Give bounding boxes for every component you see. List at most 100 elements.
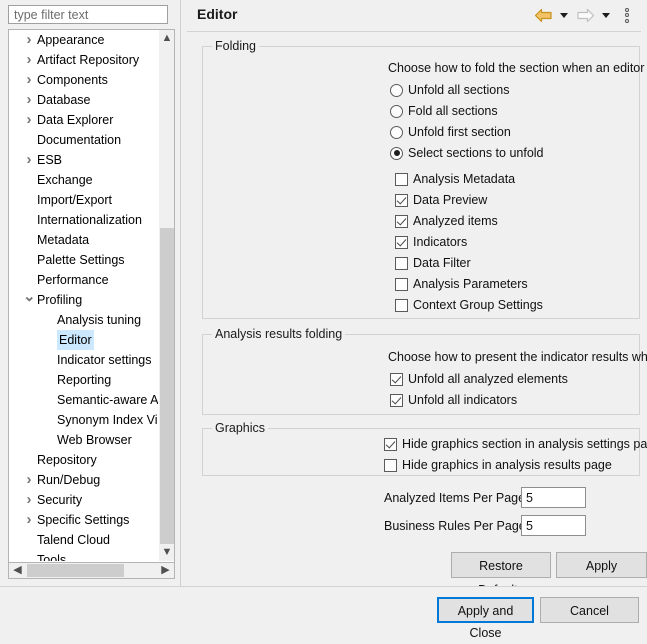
- tree-item-semantic-aware-a[interactable]: Semantic-aware A: [9, 390, 158, 410]
- chevron-right-icon[interactable]: [23, 30, 35, 52]
- chevron-right-icon[interactable]: [23, 490, 35, 512]
- tree-horizontal-scrollbar[interactable]: ◀ ▶: [8, 562, 175, 579]
- tree-item-synonym-index-vi[interactable]: Synonym Index Vi: [9, 410, 158, 430]
- tree-item-label: Semantic-aware A: [57, 393, 158, 407]
- tree-vertical-scroll-thumb[interactable]: [160, 228, 174, 544]
- tree-item-run-debug[interactable]: Run/Debug: [9, 470, 158, 490]
- tree-item-exchange[interactable]: Exchange: [9, 170, 158, 190]
- back-history-chevron-down-icon[interactable]: [557, 4, 571, 26]
- tree-item-analysis-tuning[interactable]: Analysis tuning: [9, 310, 158, 330]
- tree-item-esb[interactable]: ESB: [9, 150, 158, 170]
- restore-defaults-button[interactable]: Restore Defaults: [451, 552, 551, 597]
- tree-item-label: Run/Debug: [37, 473, 101, 487]
- checkbox-unfold-all-analyzed-elements[interactable]: Unfold all analyzed elements: [390, 372, 568, 386]
- radio-unfold-all-sections[interactable]: Unfold all sections: [390, 83, 509, 97]
- filter-input[interactable]: [8, 5, 168, 24]
- checkbox-unfold-all-indicators[interactable]: Unfold all indicators: [390, 393, 517, 407]
- analyzed-items-per-page-input[interactable]: [521, 487, 586, 508]
- tree-item-import-export[interactable]: Import/Export: [9, 190, 158, 210]
- graphics-group-title: Graphics: [212, 421, 269, 435]
- tree-item-label: Artifact Repository: [37, 53, 140, 67]
- chevron-right-icon[interactable]: [23, 470, 35, 492]
- checkbox-label: Data Preview: [413, 193, 488, 207]
- analysis-results-folding-group-title: Analysis results folding: [212, 327, 346, 341]
- forward-history-chevron-down-icon[interactable]: [599, 4, 613, 26]
- scroll-right-icon[interactable]: ▶: [157, 563, 174, 578]
- checkbox-indicator: [395, 235, 408, 249]
- business-rules-per-page-input[interactable]: [521, 515, 586, 536]
- tree-item-label: Data Explorer: [37, 113, 114, 127]
- tree-item-database[interactable]: Database: [9, 90, 158, 110]
- view-menu-icon[interactable]: [616, 4, 638, 26]
- checkbox-analysis-parameters[interactable]: Analysis Parameters: [395, 277, 528, 291]
- checkbox-indicator: [395, 214, 408, 228]
- checkbox-indicator: [395, 298, 408, 312]
- tree-item-web-browser[interactable]: Web Browser: [9, 430, 158, 450]
- checkbox-hide-graphics-results-page[interactable]: Hide graphics in analysis results page: [384, 458, 612, 472]
- analyzed-items-per-page-label: Analyzed Items Per Page: [384, 491, 526, 505]
- chevron-right-icon[interactable]: [23, 50, 35, 72]
- forward-arrow-icon[interactable]: [574, 4, 596, 26]
- tree-item-label: ESB: [37, 153, 63, 167]
- back-arrow-icon[interactable]: [532, 4, 554, 26]
- chevron-down-icon[interactable]: [23, 290, 35, 312]
- tree-horizontal-scroll-thumb[interactable]: [27, 564, 124, 577]
- chevron-right-icon[interactable]: [23, 510, 35, 532]
- radio-indicator: [390, 125, 403, 139]
- scroll-up-icon[interactable]: ▲: [159, 30, 174, 47]
- apply-button[interactable]: Apply: [556, 552, 647, 578]
- radio-label: Unfold first section: [408, 125, 511, 139]
- checkbox-data-preview[interactable]: Data Preview: [395, 193, 487, 207]
- tree-item-repository[interactable]: Repository: [9, 450, 158, 470]
- tree-item-security[interactable]: Security: [9, 490, 158, 510]
- checkbox-hide-graphics-section-settings[interactable]: Hide graphics section in analysis settin…: [384, 437, 647, 451]
- checkbox-indicator: [395, 193, 408, 207]
- tree-item-label: Security: [37, 493, 83, 507]
- chevron-right-icon[interactable]: [23, 90, 35, 112]
- tree-item-editor[interactable]: Editor: [9, 330, 158, 350]
- radio-fold-all-sections[interactable]: Fold all sections: [390, 104, 498, 118]
- tree-item-appearance[interactable]: Appearance: [9, 30, 158, 50]
- tree-vertical-scrollbar[interactable]: ▲ ▼: [158, 30, 174, 561]
- checkbox-label: Hide graphics section in analysis settin…: [402, 437, 647, 451]
- chevron-right-icon[interactable]: [23, 110, 35, 132]
- radio-select-sections-to-unfold[interactable]: Select sections to unfold: [390, 146, 544, 160]
- tree-item-label: Analysis tuning: [57, 313, 142, 327]
- radio-indicator: [390, 83, 403, 97]
- tree-item-talend-cloud[interactable]: Talend Cloud: [9, 530, 158, 550]
- tree-item-tools[interactable]: Tools: [9, 550, 158, 561]
- tree-item-internationalization[interactable]: Internationalization: [9, 210, 158, 230]
- preferences-tree[interactable]: Appearance Artifact Repository Components D…: [8, 29, 175, 562]
- cancel-button[interactable]: Cancel: [540, 597, 639, 623]
- tree-item-label: Appearance: [37, 33, 105, 47]
- checkbox-analysis-metadata[interactable]: Analysis Metadata: [395, 172, 515, 186]
- tree-item-performance[interactable]: Performance: [9, 270, 158, 290]
- tree-item-documentation[interactable]: Documentation: [9, 130, 158, 150]
- scroll-left-icon[interactable]: ◀: [9, 563, 26, 578]
- checkbox-indicator: [384, 437, 397, 451]
- tree-item-artifact-repository[interactable]: Artifact Repository: [9, 50, 158, 70]
- apply-and-close-button[interactable]: Apply and Close: [437, 597, 534, 640]
- radio-unfold-first-section[interactable]: Unfold first section: [390, 125, 511, 139]
- tree-item-data-explorer[interactable]: Data Explorer: [9, 110, 158, 130]
- folding-description: Choose how to fold the section when an e…: [388, 61, 647, 75]
- tree-item-specific-settings[interactable]: Specific Settings: [9, 510, 158, 530]
- dialog-footer: Apply and Close Cancel: [0, 587, 647, 640]
- tree-item-metadata[interactable]: Metadata: [9, 230, 158, 250]
- tree-item-label: Metadata: [37, 233, 90, 247]
- chevron-right-icon[interactable]: [23, 150, 35, 172]
- checkbox-context-group-settings[interactable]: Context Group Settings: [395, 298, 543, 312]
- checkbox-analyzed-items[interactable]: Analyzed items: [395, 214, 498, 228]
- tree-item-indicator-settings[interactable]: Indicator settings: [9, 350, 158, 370]
- tree-item-palette-settings[interactable]: Palette Settings: [9, 250, 158, 270]
- checkbox-data-filter[interactable]: Data Filter: [395, 256, 471, 270]
- tree-item-reporting[interactable]: Reporting: [9, 370, 158, 390]
- checkbox-label: Hide graphics in analysis results page: [402, 458, 612, 472]
- scroll-down-icon[interactable]: ▼: [159, 544, 174, 561]
- checkbox-indicator: [395, 277, 408, 291]
- chevron-right-icon[interactable]: [23, 70, 35, 92]
- checkbox-indicators[interactable]: Indicators: [395, 235, 467, 249]
- checkbox-label: Analysis Metadata: [413, 172, 516, 186]
- tree-item-components[interactable]: Components: [9, 70, 158, 90]
- tree-item-profiling[interactable]: Profiling: [9, 290, 158, 310]
